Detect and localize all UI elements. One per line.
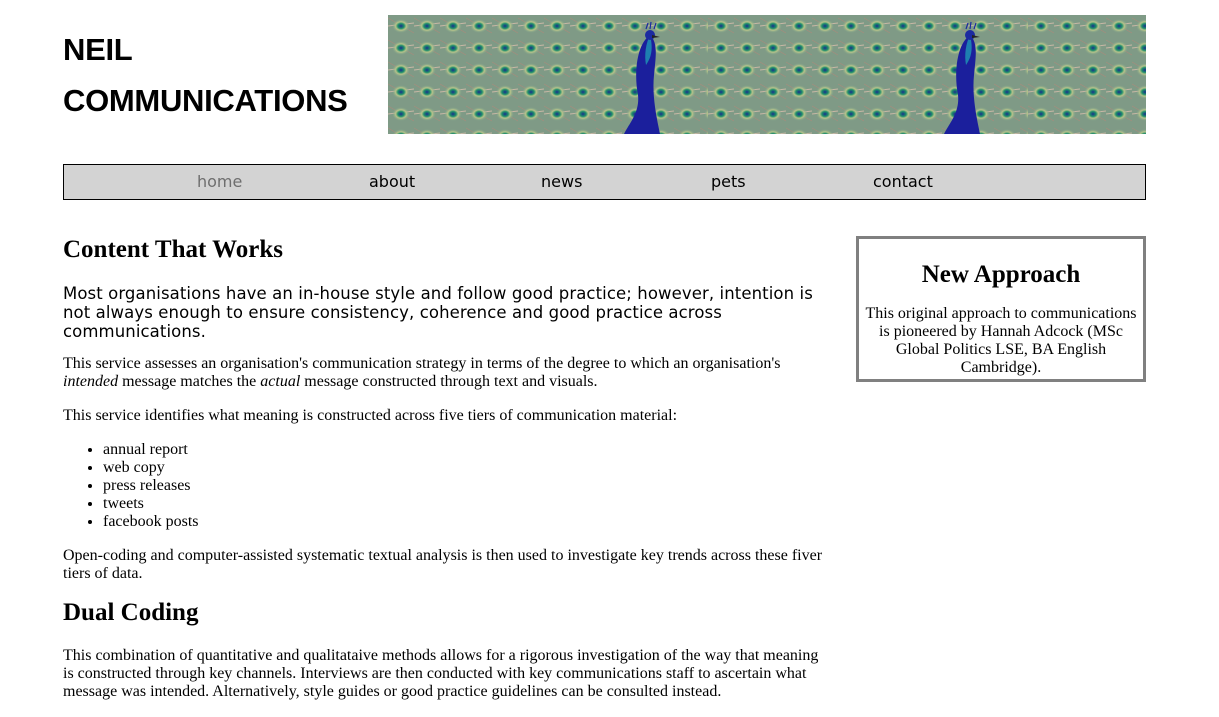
nav-about-link[interactable]: about	[369, 173, 415, 191]
nav-pets-link[interactable]: pets	[711, 173, 746, 191]
peacock-image-tile	[388, 15, 708, 134]
site-logo[interactable]: NEIL COMMUNICATIONS	[63, 24, 363, 126]
logo-line-1: NEIL	[63, 32, 133, 67]
p1-emphasis-intended: intended	[63, 373, 119, 390]
nav-home-link[interactable]: home	[197, 173, 242, 191]
main-content: Content That Works Most organisations ha…	[63, 236, 833, 717]
p1-part-c: message constructed through text and vis…	[300, 373, 598, 390]
communication-tiers-list: annual report web copy press releases tw…	[63, 441, 833, 531]
nav-news-link[interactable]: news	[541, 173, 582, 191]
lead-paragraph: Most organisations have an in-house styl…	[63, 284, 813, 341]
p1-emphasis-actual: actual	[260, 373, 301, 390]
new-approach-heading: New Approach	[921, 261, 1081, 288]
list-item: facebook posts	[103, 513, 833, 531]
paragraph-service-assesses: This service assesses an organisation's …	[63, 355, 833, 391]
paragraph-open-coding: Open-coding and computer-assisted system…	[63, 547, 823, 582]
peacock-image-tile	[708, 15, 1028, 134]
new-approach-text: This original approach to communications…	[865, 305, 1137, 376]
main-nav: home about news pets contact	[63, 164, 1146, 200]
nav-contact-link[interactable]: contact	[873, 173, 933, 191]
p1-part-b: message matches the	[118, 373, 261, 390]
list-item: press releases	[103, 477, 833, 495]
new-approach-box: New Approach This original approach to c…	[856, 236, 1146, 382]
peacock-banner-image	[388, 15, 1146, 134]
p1-part-a: This service assesses an organisation's …	[63, 355, 781, 372]
peacock-image-tile	[1028, 15, 1146, 134]
logo-line-2: COMMUNICATIONS	[63, 83, 348, 118]
paragraph-service-identifies: This service identifies what meaning is …	[63, 407, 678, 424]
list-item: annual report	[103, 441, 833, 459]
heading-dual-coding: Dual Coding	[63, 599, 199, 626]
list-item: web copy	[103, 459, 833, 477]
paragraph-combination: This combination of quantitative and qua…	[63, 647, 819, 700]
heading-content-that-works: Content That Works	[63, 236, 283, 263]
list-item: tweets	[103, 495, 833, 513]
